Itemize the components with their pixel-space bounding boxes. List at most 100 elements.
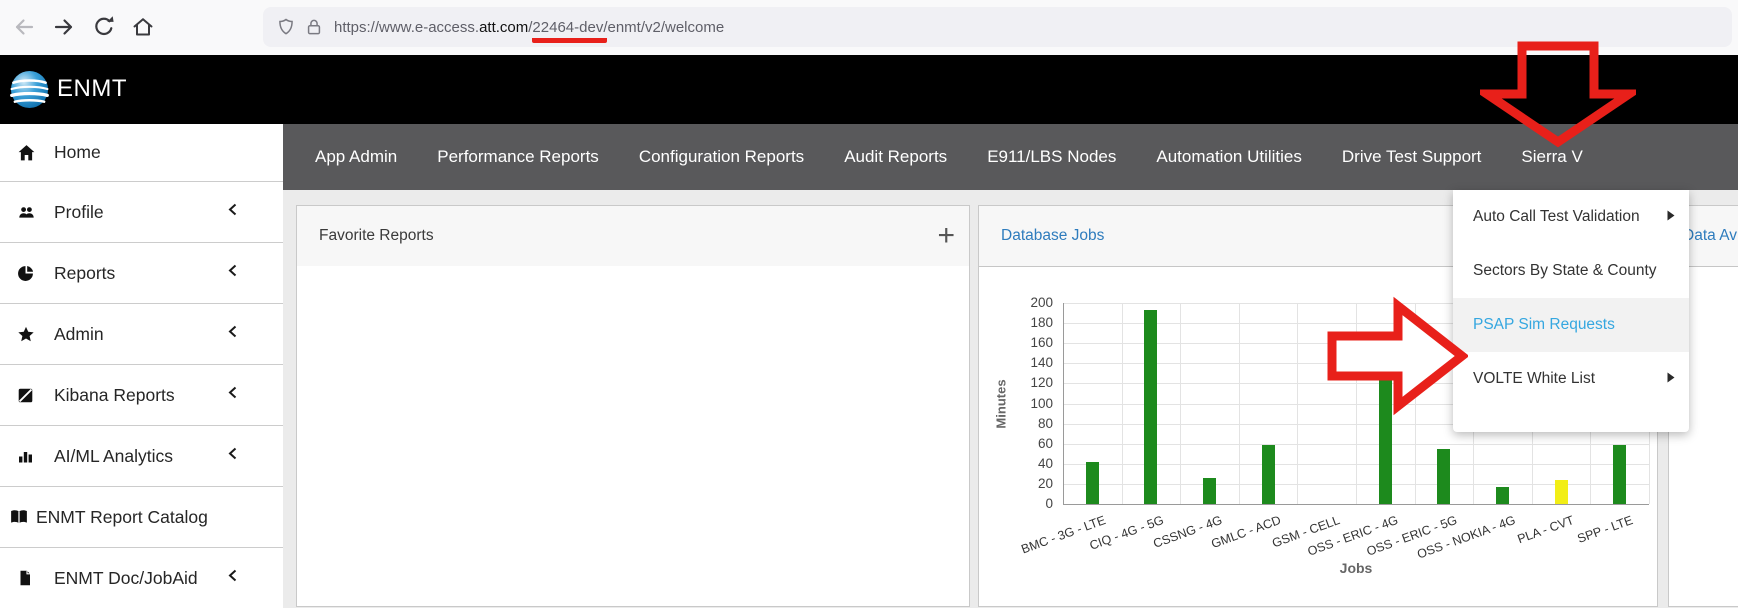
document-icon [17,569,37,587]
y-tick-label: 160 [1013,335,1053,351]
drive-test-support-dropdown: Auto Call Test ValidationSectors By Stat… [1453,190,1689,432]
nav-item-sierra-v[interactable]: Sierra V [1521,147,1582,167]
back-icon[interactable] [12,15,36,39]
chevron-left-icon [226,385,239,406]
y-tick-label: 100 [1013,396,1053,412]
enmt-welcome-screen: { "browser": { "url": { "protocol_host":… [0,0,1738,586]
url-text: https://www.e-access.att.com/22464-dev/e… [334,19,724,36]
y-tick-label: 60 [1013,436,1053,452]
x-axis-title: Jobs [1340,560,1373,576]
url-protocol-host: https://www.e-access. [334,19,479,36]
sidebar-item-label: Reports [54,263,115,284]
chart-bar-oss-eric-5g [1437,449,1450,504]
nav-item-app-admin[interactable]: App Admin [315,147,397,167]
sidebar-item-label: ENMT Report Catalog [36,507,208,528]
sidebar-item-reports[interactable]: Reports [0,242,283,303]
sidebar-item-profile[interactable]: Profile [0,181,283,242]
y-tick-label: 80 [1013,416,1053,432]
browser-toolbar: https://www.e-access.att.com/22464-dev/e… [0,0,1738,55]
menu-item-sectors-by-state-county[interactable]: Sectors By State & County [1453,244,1689,298]
forward-icon[interactable] [52,15,76,39]
y-tick-label: 120 [1013,375,1053,391]
chart-bar-oss-nokia-4g [1496,487,1509,504]
submenu-caret-icon [1667,370,1675,388]
nav-item-automation-utilities[interactable]: Automation Utilities [1156,147,1302,167]
users-icon [17,203,37,221]
menu-item-label: VOLTE White List [1473,370,1595,388]
chart-bar-bmc-3g-lte [1086,462,1099,504]
nav-item-e911-lbs-nodes[interactable]: E911/LBS Nodes [987,147,1116,167]
sidebar-item-enmt-doc-jobaid[interactable]: ENMT Doc/JobAid [0,547,283,608]
y-tick-label: 0 [1013,496,1053,512]
sidebar-item-label: Profile [54,202,104,223]
chevron-left-icon [226,202,239,223]
chart-bar-spp-lte [1613,445,1626,504]
y-tick-label: 200 [1013,295,1053,311]
att-globe-logo-icon [10,70,49,109]
shield-permissions-icon[interactable] [276,17,296,37]
sidebar-item-admin[interactable]: Admin [0,303,283,364]
submenu-caret-icon [1667,208,1675,226]
favorite-reports-body [297,266,969,606]
chart-bar-oss-eric-4g [1379,361,1392,504]
sidebar-item-label: AI/ML Analytics [54,446,173,467]
top-nav: App Admin Performance Reports Configuratio… [283,124,1738,190]
chart-bar-ciq-4g-5g [1144,310,1157,504]
url-env-segment-annotated: 22464-dev/ [532,19,607,43]
lock-icon[interactable] [304,17,324,37]
y-axis-title: Minutes [994,379,1009,428]
reload-icon[interactable] [92,15,116,39]
chevron-left-icon [226,446,239,467]
sidebar-item-kibana-reports[interactable]: Kibana Reports [0,364,283,425]
x-gridline [1180,303,1181,504]
sidebar-item-label: Kibana Reports [54,385,175,406]
x-gridline [1356,303,1357,504]
menu-item-label: PSAP Sim Requests [1473,316,1615,334]
sidebar-item-home[interactable]: Home [0,124,283,181]
app-title: ENMT [57,75,127,103]
nav-item-audit-reports[interactable]: Audit Reports [844,147,947,167]
menu-item-volte-white-list[interactable]: VOLTE White List [1453,352,1689,406]
nav-item-performance-reports[interactable]: Performance Reports [437,147,599,167]
menu-item-psap-sim-requests[interactable]: PSAP Sim Requests [1453,298,1689,352]
url-path: enmt/v2/welcome [607,19,724,36]
menu-item-auto-call-test-validation[interactable]: Auto Call Test Validation [1453,190,1689,244]
add-favorite-report-button[interactable]: + [933,221,959,251]
sidebar: Home Profile Reports Admin Kibana Reports AI/… [0,124,283,586]
chevron-left-icon [226,263,239,284]
home-icon [17,144,37,162]
database-jobs-title[interactable]: Database Jobs [1001,227,1104,245]
x-gridline [1239,303,1240,504]
pie-chart-icon [17,264,37,282]
chevron-left-icon [226,324,239,345]
chart-bar-pla-cvt [1555,480,1568,504]
data-availability-title[interactable]: Data Av [1683,227,1737,245]
kibana-icon [17,386,37,404]
url-domain: att.com [479,19,528,36]
book-icon [9,508,29,526]
sidebar-item-label: Home [54,142,101,163]
y-tick-label: 140 [1013,355,1053,371]
x-gridline [1297,303,1298,504]
y-tick-label: 40 [1013,456,1053,472]
favorite-reports-header: Favorite Reports + [297,206,969,267]
nav-item-drive-test-support[interactable]: Drive Test Support [1342,147,1482,167]
home-toolbar-icon[interactable] [131,15,155,39]
x-gridline [1122,303,1123,504]
chart-bar-cssng-4g [1203,478,1216,504]
x-tick-label: SPP - LTE [1575,513,1634,546]
nav-item-configuration-reports[interactable]: Configuration Reports [639,147,804,167]
sidebar-item-ai-ml-analytics[interactable]: AI/ML Analytics [0,425,283,486]
x-gridline [1415,303,1416,504]
bar-chart-icon [17,447,37,465]
star-icon [17,325,37,343]
x-tick-label: PLA - CVT [1516,513,1576,546]
sidebar-item-label: ENMT Doc/JobAid [54,568,198,589]
sidebar-item-label: Admin [54,324,104,345]
y-tick-label: 180 [1013,315,1053,331]
sidebar-item-enmt-report-catalog[interactable]: ENMT Report Catalog [0,486,283,547]
url-bar[interactable]: https://www.e-access.att.com/22464-dev/e… [263,7,1732,47]
app-header: ENMT [0,55,1738,124]
favorite-reports-title: Favorite Reports [319,227,434,245]
chevron-left-icon [226,568,239,589]
